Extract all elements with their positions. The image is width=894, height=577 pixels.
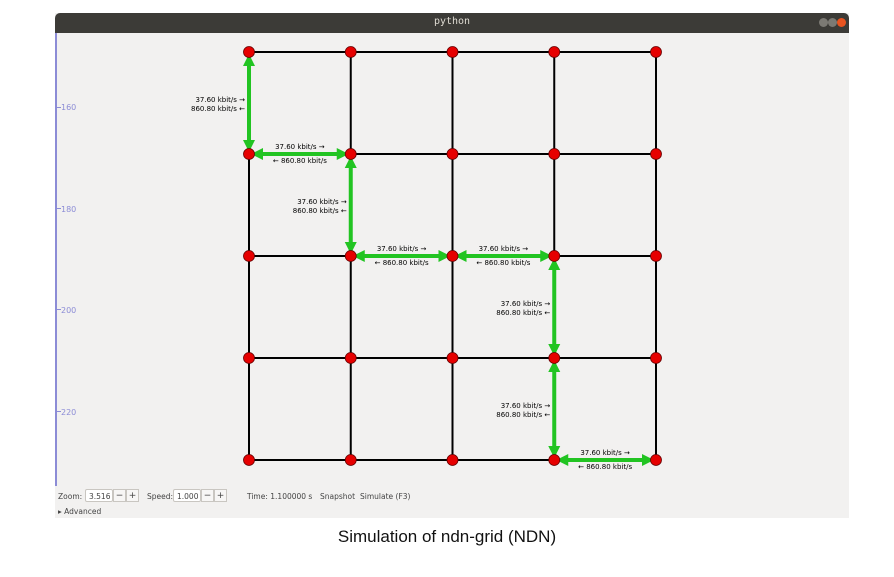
control-bar: Zoom: 3.516 − + Speed: 1.000 − + Time: 1… — [55, 489, 849, 507]
close-button[interactable] — [837, 18, 846, 27]
zoom-input[interactable]: 3.516 — [85, 489, 113, 502]
zoom-label: Zoom: — [58, 492, 83, 501]
grid-node — [650, 46, 662, 58]
flow-label: 860.80 kbit/s ← — [191, 105, 245, 113]
flow-label: 37.60 kbit/s → — [580, 449, 630, 457]
flow-label: 37.60 kbit/s → — [479, 245, 529, 253]
grid-node — [344, 46, 357, 58]
grid-node — [548, 250, 561, 262]
grid-node — [650, 250, 662, 262]
flow-label: ← 860.80 kbit/s — [375, 259, 429, 267]
flow-label: ← 860.80 kbit/s — [476, 259, 530, 267]
grid-node — [548, 454, 561, 466]
flow-label: 37.60 kbit/s → — [501, 300, 551, 308]
simulate-button[interactable]: Simulate (F3) — [360, 492, 410, 501]
triangle-right-icon: ▸ — [58, 507, 62, 516]
flow-label: ← 860.80 kbit/s — [578, 463, 632, 471]
speed-decrease-button[interactable]: − — [201, 489, 214, 502]
grid-node — [344, 352, 357, 364]
grid-node — [446, 46, 459, 58]
flow-label: 860.80 kbit/s ← — [293, 207, 347, 215]
grid-node — [243, 454, 255, 466]
grid-node — [446, 148, 459, 160]
speed-input[interactable]: 1.000 — [173, 489, 201, 502]
grid-node — [548, 352, 561, 364]
grid-node — [243, 46, 255, 58]
app-window: python 160 180 200 220 37.60 kbit/s → 860… — [55, 13, 849, 518]
flow-label: ← 860.80 kbit/s — [273, 157, 327, 165]
advanced-expander[interactable]: ▸ Advanced — [58, 507, 101, 516]
flow-label: 37.60 kbit/s → — [377, 245, 427, 253]
flow-label: 37.60 kbit/s → — [275, 143, 325, 151]
flow-label: 37.60 kbit/s → — [297, 198, 347, 206]
zoom-decrease-button[interactable]: − — [113, 489, 126, 502]
figure-caption: Simulation of ndn-grid (NDN) — [337, 527, 557, 546]
flow-label: 37.60 kbit/s → — [501, 402, 551, 410]
zoom-increase-button[interactable]: + — [126, 489, 139, 502]
window-title: python — [433, 16, 471, 27]
advanced-label: Advanced — [64, 507, 102, 516]
speed-label: Speed: — [147, 492, 174, 501]
flow-label: 37.60 kbit/s → — [195, 96, 245, 104]
grid-node — [650, 454, 662, 466]
grid-node — [243, 352, 255, 364]
grid-node — [446, 250, 459, 262]
grid-node — [243, 250, 255, 262]
grid-node — [344, 250, 357, 262]
grid-node — [446, 352, 459, 364]
snapshot-button[interactable]: Snapshot — [320, 492, 355, 501]
grid-node — [446, 454, 459, 466]
grid-node — [650, 148, 662, 160]
speed-increase-button[interactable]: + — [214, 489, 227, 502]
flow-label: 860.80 kbit/s ← — [496, 309, 550, 317]
grid-node — [344, 148, 357, 160]
grid-node — [548, 46, 561, 58]
grid-node — [548, 148, 561, 160]
grid-node — [344, 454, 357, 466]
flow-label: 860.80 kbit/s ← — [496, 411, 550, 419]
title-bar[interactable]: python — [55, 13, 849, 33]
grid-node — [243, 148, 255, 160]
topology-canvas[interactable]: 37.60 kbit/s →860.80 kbit/s ←37.60 kbit/… — [55, 33, 849, 486]
minimize-button[interactable] — [819, 18, 828, 27]
maximize-button[interactable] — [828, 18, 837, 27]
time-label: Time: 1.100000 s — [247, 492, 313, 501]
grid-node — [650, 352, 662, 364]
